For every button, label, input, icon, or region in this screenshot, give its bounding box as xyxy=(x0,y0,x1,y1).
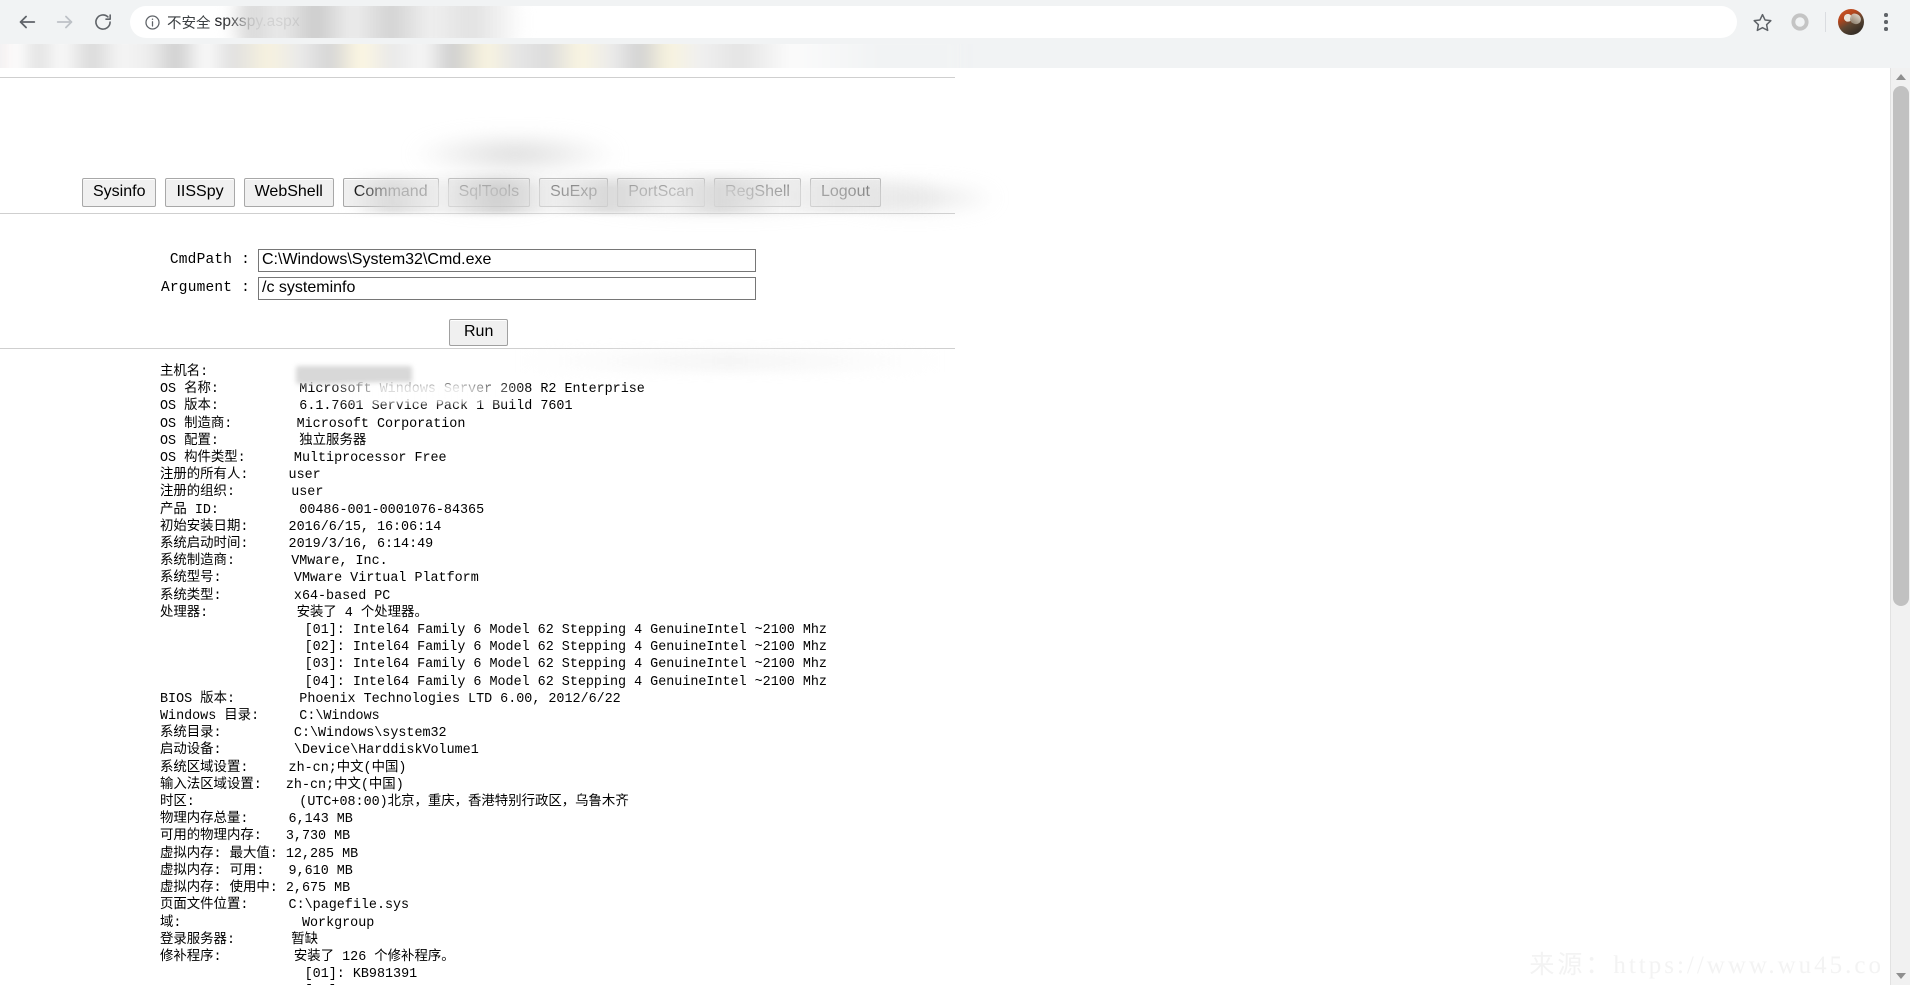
page-scrollbar[interactable] xyxy=(1890,68,1910,985)
divider-top xyxy=(0,77,955,78)
cmdpath-row: CmdPath : xyxy=(0,246,955,274)
scroll-up-button[interactable] xyxy=(1891,68,1910,86)
profile-status-button[interactable] xyxy=(1781,3,1819,41)
back-arrow-icon xyxy=(16,11,38,33)
page-viewport: Sysinfo IISSpy WebShell Command SqlTools… xyxy=(0,68,1910,985)
nav-tab-row: Sysinfo IISSpy WebShell Command SqlTools… xyxy=(0,177,955,207)
scroll-down-button[interactable] xyxy=(1891,967,1910,985)
reload-icon xyxy=(93,12,113,32)
forward-button[interactable] xyxy=(46,3,84,41)
forward-arrow-icon xyxy=(54,11,76,33)
scroll-down-arrow-icon xyxy=(1896,973,1906,979)
browser-nav-row: 不安全 spxspy.aspx xyxy=(0,0,1910,44)
scroll-up-arrow-icon xyxy=(1896,74,1906,80)
profile-button[interactable] xyxy=(1832,3,1870,41)
toolbar-divider xyxy=(1825,12,1826,32)
scrollbar-thumb[interactable] xyxy=(1893,86,1909,606)
url-text: spxspy.aspx xyxy=(214,13,300,30)
three-dots-menu-icon xyxy=(1884,13,1888,17)
tab-sysinfo[interactable]: Sysinfo xyxy=(82,177,157,207)
three-dots-menu-icon xyxy=(1884,27,1888,31)
tab-portscan[interactable]: PortScan xyxy=(617,177,706,207)
argument-label: Argument : xyxy=(160,280,250,296)
info-circle-icon[interactable] xyxy=(144,14,161,31)
tab-regshell[interactable]: RegShell xyxy=(714,177,801,207)
bookmark-button[interactable] xyxy=(1743,3,1781,41)
run-button[interactable]: Run xyxy=(449,319,509,346)
three-dots-menu-icon xyxy=(1884,20,1888,24)
right-gutter xyxy=(955,68,1890,985)
browser-menu-button[interactable] xyxy=(1870,3,1902,41)
systeminfo-output-wrap: 主机名: OS 名称: Microsoft Windows Server 200… xyxy=(0,364,955,985)
tab-logout[interactable]: Logout xyxy=(809,177,881,207)
divider-below-form xyxy=(0,348,955,349)
circle-icon xyxy=(1790,12,1810,32)
omnibox-actions xyxy=(1743,3,1902,41)
tab-iisspy[interactable]: IISSpy xyxy=(165,177,235,207)
avatar xyxy=(1838,9,1864,35)
tab-suexp[interactable]: SuExp xyxy=(539,177,609,207)
tab-sqltools[interactable]: SqlTools xyxy=(447,177,531,207)
command-form: CmdPath : Argument : Run xyxy=(0,246,955,346)
page-canvas: Sysinfo IISSpy WebShell Command SqlTools… xyxy=(0,68,1890,985)
argument-input[interactable] xyxy=(258,276,756,300)
tab-webshell[interactable]: WebShell xyxy=(243,177,334,207)
address-bar[interactable]: 不安全 spxspy.aspx xyxy=(130,6,1737,38)
tab-command[interactable]: Command xyxy=(342,177,439,207)
bookmarks-bar[interactable] xyxy=(0,44,1910,68)
cmdpath-label: CmdPath : xyxy=(169,252,250,268)
argument-row: Argument : xyxy=(0,274,955,302)
browser-chrome: 不安全 spxspy.aspx xyxy=(0,0,1910,68)
divider-below-tabs xyxy=(0,213,955,214)
back-button[interactable] xyxy=(8,3,46,41)
systeminfo-output: 主机名: OS 名称: Microsoft Windows Server 200… xyxy=(160,365,827,985)
cmdpath-input[interactable] xyxy=(258,248,756,272)
run-button-wrap: Run xyxy=(0,319,955,346)
star-icon xyxy=(1752,12,1773,33)
bookmarks-redaction-blur xyxy=(0,44,960,68)
security-label: 不安全 xyxy=(167,15,211,32)
reload-button[interactable] xyxy=(84,3,122,41)
